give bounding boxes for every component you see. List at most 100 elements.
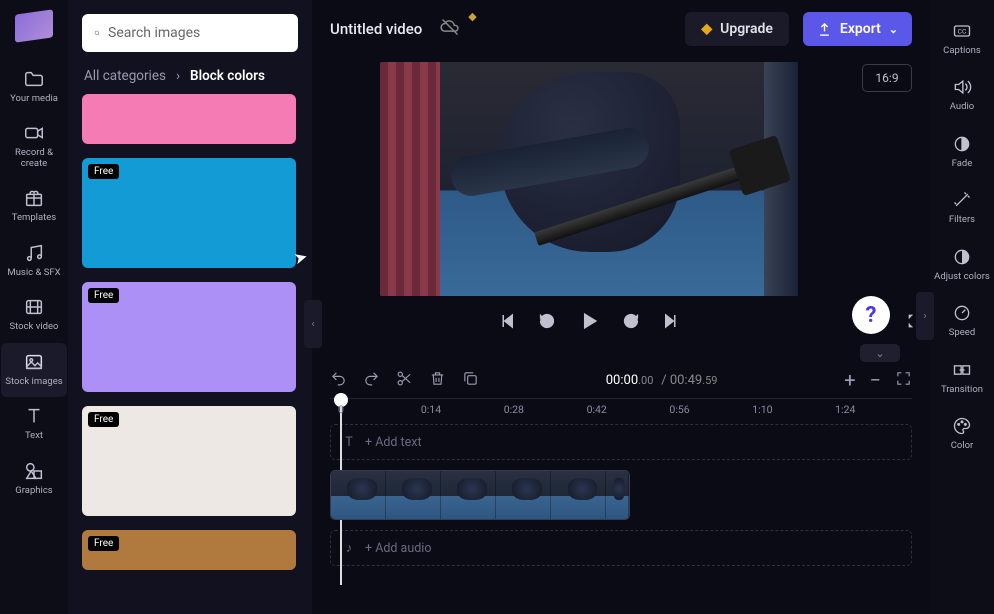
text-track[interactable]: T + Add text bbox=[330, 424, 912, 460]
forward-5-button[interactable] bbox=[622, 312, 640, 330]
cloud-off-icon[interactable] bbox=[440, 17, 460, 41]
audio-track[interactable]: ♪ + Add audio bbox=[330, 530, 912, 566]
right-cc[interactable]: CCCaptions bbox=[931, 12, 993, 64]
right-speaker[interactable]: Audio bbox=[931, 68, 993, 120]
search-icon bbox=[94, 25, 100, 41]
delete-button[interactable] bbox=[429, 370, 446, 391]
stock-images-panel: All categories › Block colors FreeFreeFr… bbox=[68, 0, 312, 614]
nav-music[interactable]: Music & SFX bbox=[1, 234, 67, 288]
crumb-current: Block colors bbox=[190, 68, 265, 84]
swatch-list: Free Free Free Free bbox=[82, 94, 298, 614]
timeline-collapse-button[interactable]: ⌄ bbox=[860, 344, 900, 362]
zoom-fit-button[interactable] bbox=[895, 370, 912, 391]
skip-end-button[interactable] bbox=[662, 312, 680, 330]
right-fade[interactable]: Fade bbox=[931, 125, 993, 177]
nav-label: Your media bbox=[10, 94, 58, 104]
duplicate-button[interactable] bbox=[462, 370, 479, 391]
nav-gift[interactable]: Templates bbox=[1, 179, 67, 233]
ruler-tick: 0 bbox=[338, 403, 344, 416]
nav-camera[interactable]: Record & create bbox=[1, 114, 67, 179]
search-input[interactable] bbox=[108, 25, 286, 41]
right-label: Transition bbox=[941, 385, 983, 395]
ruler-tick: 0:56 bbox=[669, 403, 689, 416]
wand-icon bbox=[951, 189, 973, 211]
nav-label: Music & SFX bbox=[7, 268, 60, 278]
speaker-icon bbox=[951, 76, 973, 98]
contrast-icon bbox=[951, 246, 973, 268]
aspect-ratio-button[interactable]: 16:9 bbox=[862, 64, 912, 92]
svg-text:CC: CC bbox=[958, 28, 967, 36]
undo-button[interactable] bbox=[330, 370, 347, 391]
export-button[interactable]: Export ⌄ bbox=[803, 12, 912, 46]
free-badge: Free bbox=[88, 164, 119, 179]
video-track[interactable]: 🔈 bbox=[330, 468, 912, 522]
zoom-in-button[interactable]: + bbox=[844, 368, 855, 392]
premium-badge-icon: ◆ bbox=[468, 10, 476, 23]
zoom-out-button[interactable]: − bbox=[870, 368, 881, 392]
split-button[interactable] bbox=[396, 370, 413, 391]
gem-icon: ◆ bbox=[701, 21, 712, 37]
play-button[interactable] bbox=[578, 310, 600, 332]
nav-image[interactable]: Stock images bbox=[1, 343, 67, 397]
nav-shapes[interactable]: Graphics bbox=[1, 452, 67, 506]
color-swatch[interactable]: Free bbox=[82, 406, 296, 516]
nav-film[interactable]: Stock video bbox=[1, 288, 67, 342]
video-clip[interactable]: 🔈 bbox=[330, 470, 630, 520]
nav-label: Stock images bbox=[5, 377, 62, 387]
upgrade-label: Upgrade bbox=[720, 21, 773, 37]
free-badge: Free bbox=[88, 288, 119, 303]
upgrade-button[interactable]: ◆ Upgrade bbox=[685, 12, 789, 46]
ruler-tick: 0:42 bbox=[587, 403, 607, 416]
right-label: Filters bbox=[949, 215, 975, 225]
right-gauge[interactable]: Speed bbox=[931, 294, 993, 346]
fade-icon bbox=[951, 133, 973, 155]
search-box[interactable] bbox=[82, 14, 298, 52]
right-label: Color bbox=[951, 441, 974, 451]
cc-icon: CC bbox=[951, 20, 973, 42]
nav-rail: Your media Record & create Templates Music … bbox=[0, 0, 68, 614]
color-swatch[interactable]: Free bbox=[82, 282, 296, 392]
add-audio-label: + Add audio bbox=[365, 541, 431, 556]
chevron-right-icon: › bbox=[176, 68, 180, 84]
timeline-ruler[interactable]: 00:140:280:420:561:101:24 bbox=[330, 398, 912, 424]
upload-icon bbox=[817, 22, 832, 37]
music-icon bbox=[23, 242, 45, 264]
panel-collapse-button[interactable]: ‹ bbox=[304, 300, 322, 348]
right-palette[interactable]: Color bbox=[931, 407, 993, 459]
skip-start-button[interactable] bbox=[498, 312, 516, 330]
redo-button[interactable] bbox=[363, 370, 380, 391]
right-label: Adjust colors bbox=[934, 272, 990, 282]
right-transition[interactable]: Transition bbox=[931, 351, 993, 403]
nav-label: Graphics bbox=[15, 486, 52, 496]
crumb-all-categories[interactable]: All categories bbox=[84, 68, 166, 84]
topbar: Untitled video ◆ ◆ Upgrade Export ⌄ bbox=[312, 0, 930, 58]
camera-icon bbox=[23, 122, 45, 144]
right-rail-collapse-button[interactable]: › bbox=[916, 292, 934, 340]
help-button[interactable]: ? bbox=[852, 296, 890, 334]
text-icon: T bbox=[341, 435, 357, 450]
timecode: 00:00.00 / 00:49.59 bbox=[495, 373, 828, 388]
right-contrast[interactable]: Adjust colors bbox=[931, 238, 993, 290]
free-badge: Free bbox=[88, 536, 119, 551]
right-wand[interactable]: Filters bbox=[931, 181, 993, 233]
video-preview[interactable] bbox=[380, 62, 798, 296]
shapes-icon bbox=[23, 460, 45, 482]
project-title[interactable]: Untitled video bbox=[330, 20, 422, 38]
ruler-tick: 1:10 bbox=[752, 403, 772, 416]
color-swatch[interactable]: Free bbox=[82, 158, 296, 268]
music-note-icon: ♪ bbox=[341, 541, 357, 556]
timeline-tracks: T + Add text 🔈 ♪ + Add audio bbox=[312, 424, 930, 576]
nav-text[interactable]: Text bbox=[1, 397, 67, 451]
playback-controls bbox=[380, 296, 798, 340]
rewind-5-button[interactable] bbox=[538, 312, 556, 330]
nav-folder[interactable]: Your media bbox=[1, 60, 67, 114]
nav-label: Record & create bbox=[1, 148, 67, 169]
gauge-icon bbox=[951, 302, 973, 324]
free-badge: Free bbox=[88, 412, 119, 427]
color-swatch[interactable]: Free bbox=[82, 530, 296, 570]
image-icon bbox=[23, 351, 45, 373]
color-swatch[interactable] bbox=[82, 94, 296, 144]
folder-icon bbox=[23, 68, 45, 90]
nav-label: Templates bbox=[12, 213, 56, 223]
preview-area bbox=[330, 62, 848, 340]
